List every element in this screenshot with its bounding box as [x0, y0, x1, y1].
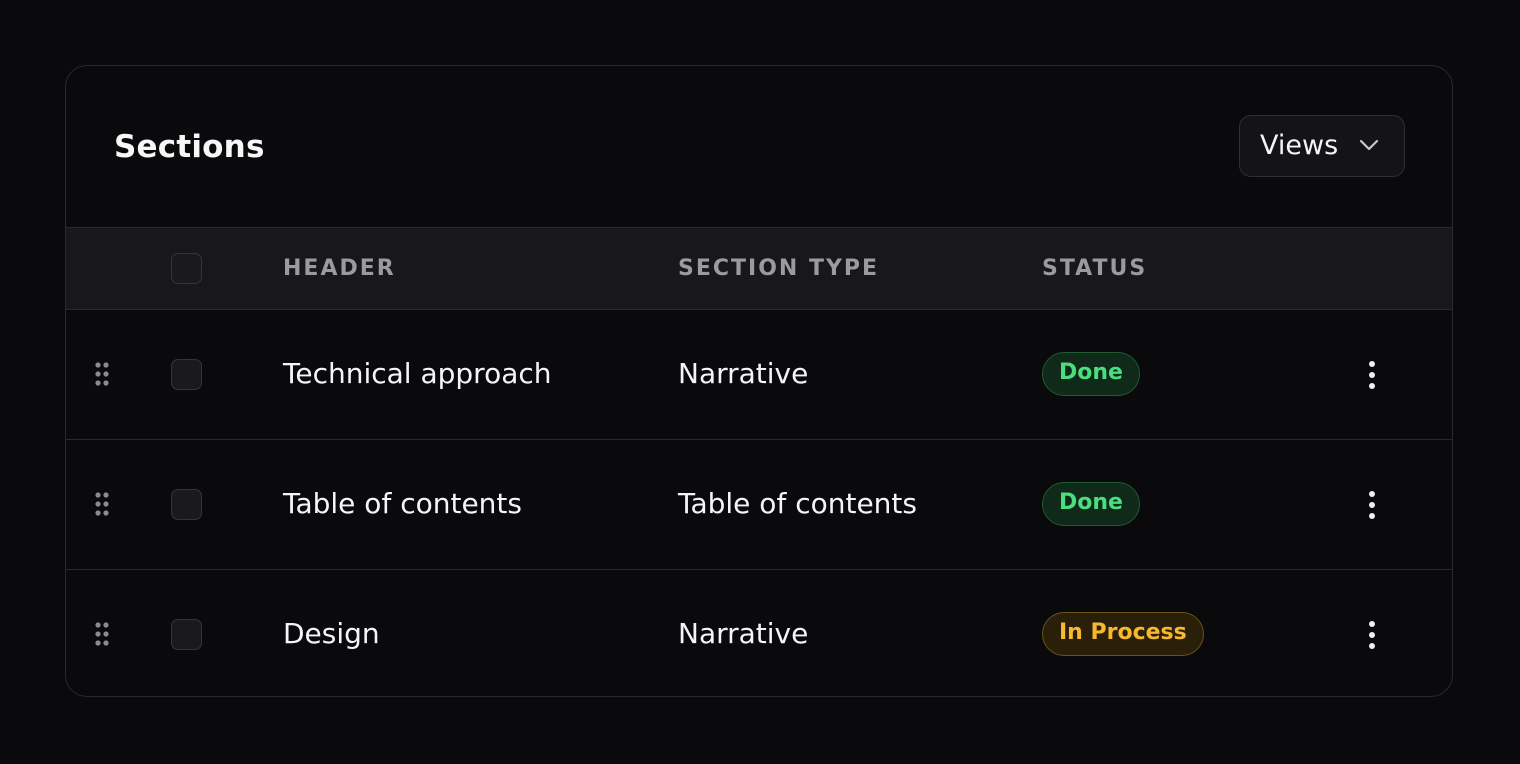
- drag-handle-icon[interactable]: [94, 621, 110, 647]
- cell-section-type: Narrative: [678, 357, 809, 390]
- cell-header: Design: [283, 617, 380, 650]
- chevron-down-icon: [1359, 139, 1379, 151]
- status-badge: In Process: [1042, 612, 1204, 656]
- cell-header: Table of contents: [283, 487, 522, 520]
- more-vertical-icon[interactable]: [1364, 360, 1380, 390]
- column-header-header: HEADER: [283, 256, 396, 281]
- more-vertical-icon[interactable]: [1364, 490, 1380, 520]
- cell-section-type: Table of contents: [678, 487, 917, 520]
- row-checkbox[interactable]: [171, 489, 202, 520]
- cell-header: Technical approach: [283, 357, 552, 390]
- column-header-status: STATUS: [1042, 256, 1148, 281]
- card-header: Sections Views: [66, 66, 1452, 228]
- card-title: Sections: [114, 129, 265, 165]
- select-all-checkbox[interactable]: [171, 253, 202, 284]
- more-vertical-icon[interactable]: [1364, 620, 1380, 650]
- views-label: Views: [1260, 130, 1339, 161]
- views-dropdown-button[interactable]: Views: [1239, 115, 1405, 177]
- status-badge: Done: [1042, 482, 1140, 526]
- cell-section-type: Narrative: [678, 617, 809, 650]
- row-checkbox[interactable]: [171, 619, 202, 650]
- status-badge: Done: [1042, 352, 1140, 396]
- sections-card: Sections Views HEADER SECTION TYPE STATU…: [65, 65, 1453, 697]
- drag-handle-icon[interactable]: [94, 491, 110, 517]
- table-header-row: HEADER SECTION TYPE STATUS: [66, 228, 1452, 310]
- table-row: Design Narrative In Process: [66, 570, 1452, 696]
- row-checkbox[interactable]: [171, 359, 202, 390]
- table-row: Table of contents Table of contents Done: [66, 440, 1452, 570]
- table-row: Technical approach Narrative Done: [66, 310, 1452, 440]
- column-header-section-type: SECTION TYPE: [678, 256, 880, 281]
- drag-handle-icon[interactable]: [94, 361, 110, 387]
